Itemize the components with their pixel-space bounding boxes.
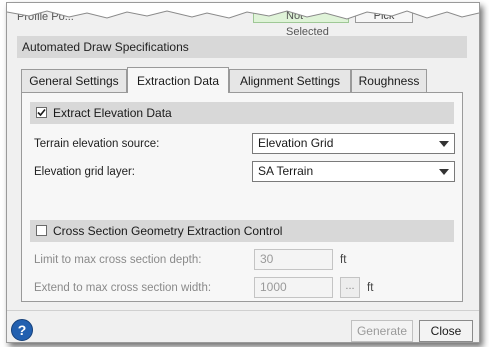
generate-button[interactable]: Generate: [351, 320, 413, 342]
help-icon[interactable]: ?: [11, 319, 33, 341]
grid-layer-label: Elevation grid layer:: [34, 166, 135, 178]
check-icon: [37, 109, 46, 117]
width-browse-button[interactable]: ...: [340, 277, 360, 298]
chevron-down-icon: [439, 141, 449, 147]
automated-draw-dialog: Profile Po... Not Selected Pick Automate…: [6, 2, 480, 343]
close-button[interactable]: Close: [419, 320, 473, 342]
extract-elevation-checkbox[interactable]: [36, 107, 47, 119]
terrain-source-value: Elevation Grid: [258, 136, 334, 150]
width-input[interactable]: 1000: [254, 277, 333, 298]
terrain-source-select[interactable]: Elevation Grid: [252, 133, 455, 154]
extraction-data-panel: Extract Elevation Data Terrain elevation…: [21, 92, 463, 302]
extract-elevation-header: Extract Elevation Data: [30, 102, 454, 124]
depth-unit: ft: [340, 254, 347, 266]
section-title: Automated Draw Specifications: [17, 36, 467, 58]
cross-section-label: Cross Section Geometry Extraction Contro…: [53, 224, 283, 238]
grid-layer-select[interactable]: SA Terrain: [252, 161, 455, 182]
depth-input[interactable]: 30: [254, 249, 333, 270]
tab-extraction-data[interactable]: Extraction Data: [127, 67, 229, 93]
depth-label: Limit to max cross section depth:: [34, 254, 202, 266]
torn-edge-decoration: [7, 3, 479, 20]
cross-section-checkbox[interactable]: [36, 225, 47, 237]
tab-alignment-settings[interactable]: Alignment Settings: [229, 69, 351, 92]
extract-elevation-label: Extract Elevation Data: [53, 106, 172, 120]
tab-roughness[interactable]: Roughness: [351, 69, 427, 92]
chevron-down-icon: [439, 169, 449, 175]
width-label: Extend to max cross section width:: [34, 282, 212, 294]
grid-layer-value: SA Terrain: [258, 164, 314, 178]
width-unit: ft: [367, 282, 374, 294]
dialog-footer: ? Generate Close: [7, 310, 479, 342]
terrain-source-label: Terrain elevation source:: [34, 138, 160, 150]
background-strip: Profile Po... Not Selected Pick: [7, 3, 479, 38]
tab-general-settings[interactable]: General Settings: [21, 69, 127, 92]
cross-section-header: Cross Section Geometry Extraction Contro…: [30, 220, 454, 242]
